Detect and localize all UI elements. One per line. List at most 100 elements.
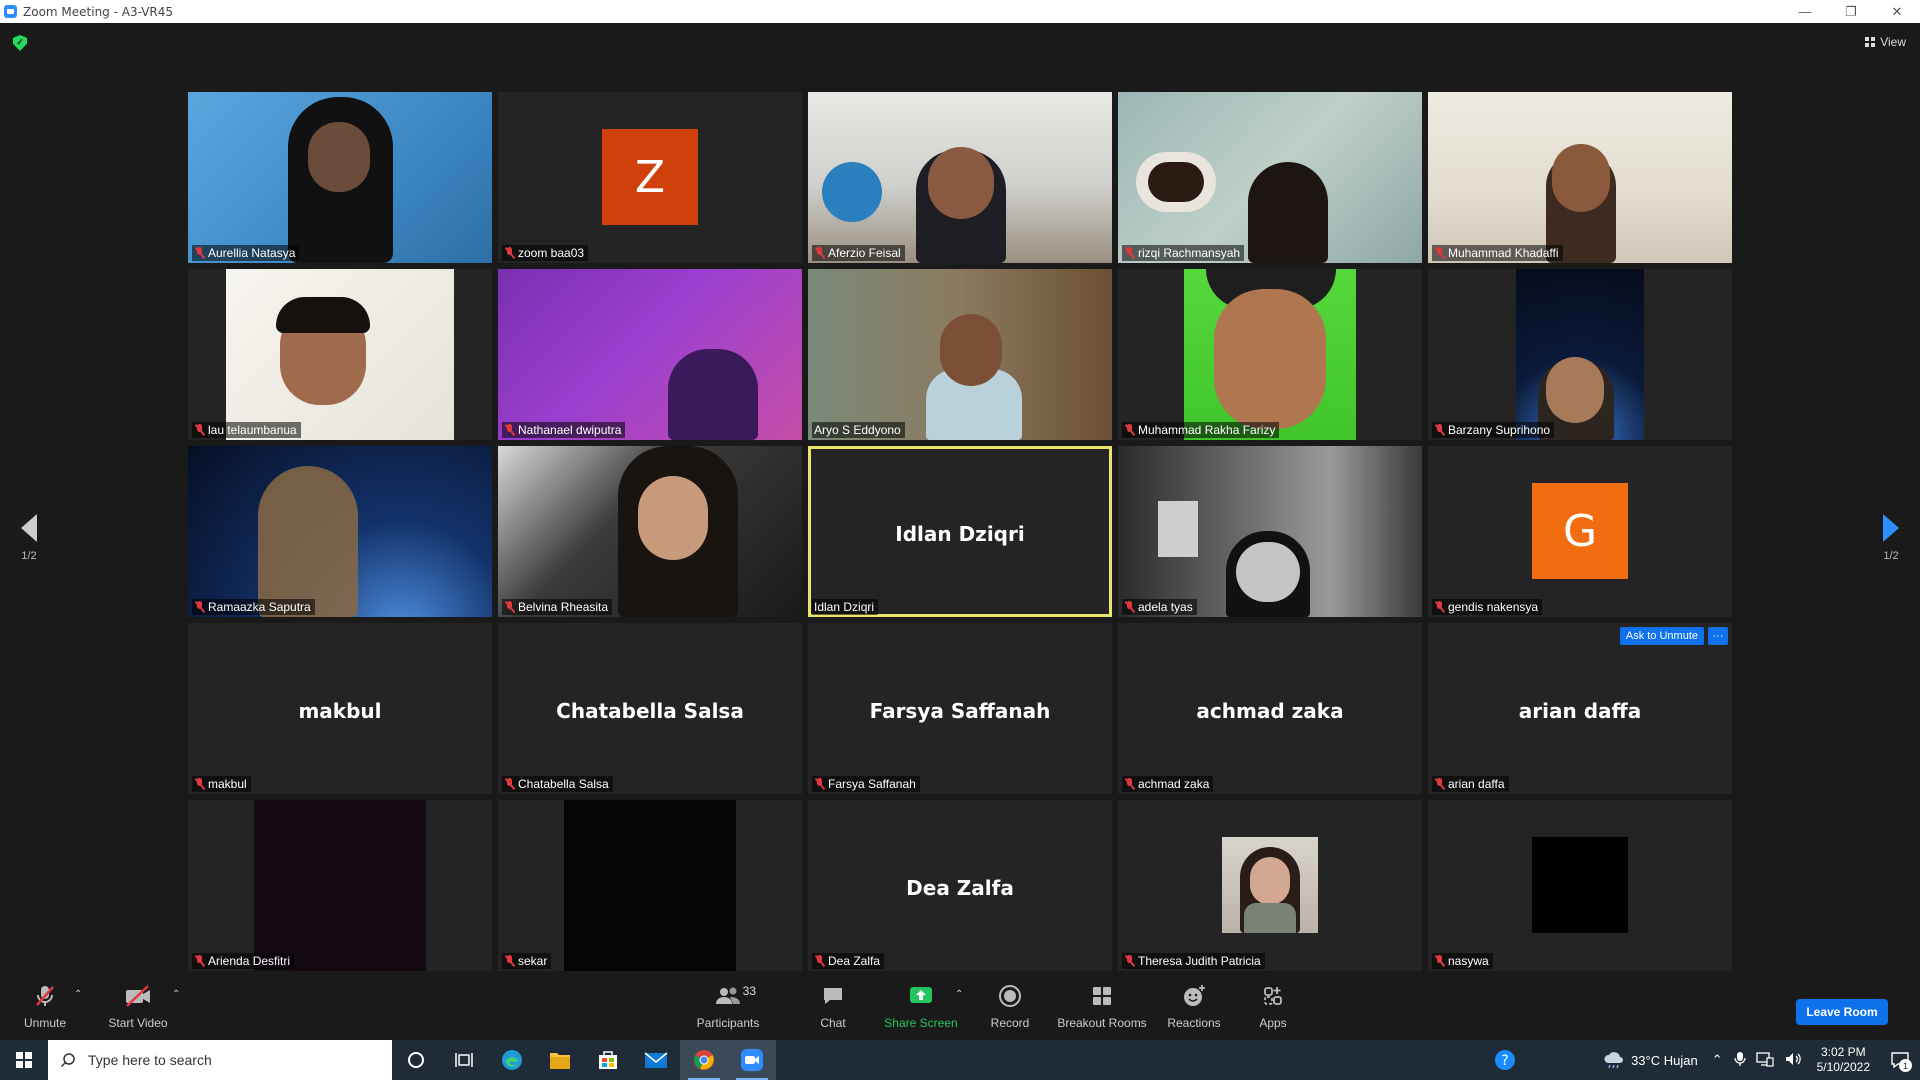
prev-page-button[interactable]: 1/2 [9, 514, 49, 562]
avatar: Z [602, 129, 698, 225]
muted-mic-icon [1434, 601, 1445, 613]
participant-tile[interactable]: Arienda Desfitri [188, 800, 492, 971]
share-options-chevron-icon[interactable]: ⌃ [955, 989, 963, 1000]
participant-tile[interactable]: rizqi Rachmansyah [1118, 92, 1422, 263]
participant-tile[interactable]: Ramaazka Saputra [188, 446, 492, 617]
participant-tile[interactable]: Belvina Rheasita [498, 446, 802, 617]
participant-tile[interactable]: Chatabella Salsa Chatabella Salsa [498, 623, 802, 794]
participant-tile[interactable]: Muhammad Khadaffi [1428, 92, 1732, 263]
zoom-app-icon [741, 1049, 763, 1071]
participants-button[interactable]: 33 Participants [683, 984, 773, 1030]
name-label: Theresa Judith Patricia [1122, 953, 1265, 969]
participant-tile[interactable]: lau telaumbanua [188, 269, 492, 440]
participant-tile[interactable]: adela tyas [1118, 446, 1422, 617]
participant-video [564, 800, 736, 971]
share-screen-label: Share Screen [884, 1016, 958, 1030]
notification-badge: 1 [1899, 1059, 1912, 1072]
view-label: View [1880, 35, 1906, 49]
participant-tile[interactable]: Aferzio Feisal [808, 92, 1112, 263]
participants-label: Participants [696, 1016, 760, 1030]
restore-button[interactable]: ❐ [1828, 0, 1874, 23]
name-label: Aferzio Feisal [812, 245, 905, 261]
page-indicator-right: 1/2 [1883, 550, 1899, 562]
participant-name: Idlan Dziqri [814, 600, 875, 614]
chat-button[interactable]: Chat [788, 984, 878, 1030]
participant-tile[interactable]: G gendis nakensya [1428, 446, 1732, 617]
participant-tile[interactable]: Aryo S Eddyono [808, 269, 1112, 440]
ask-to-unmute-button[interactable]: Ask to Unmute [1619, 627, 1704, 645]
start-button[interactable] [0, 1040, 48, 1080]
participant-tile[interactable]: Ask to Unmute ··· arian daffa arian daff… [1428, 623, 1732, 794]
start-video-label: Start Video [108, 1016, 168, 1030]
participant-tile[interactable]: Nathanael dwiputra [498, 269, 802, 440]
breakout-rooms-button[interactable]: Breakout Rooms [1057, 984, 1147, 1030]
close-button[interactable]: ✕ [1874, 0, 1920, 23]
participant-name: makbul [208, 777, 247, 791]
participant-tile[interactable]: nasywa [1428, 800, 1732, 971]
taskbar-app-zoom[interactable] [728, 1040, 776, 1080]
taskbar-app-file-explorer[interactable] [536, 1040, 584, 1080]
taskbar-app-store[interactable] [584, 1040, 632, 1080]
participant-video [254, 800, 426, 971]
weather-text: 33°C Hujan [1631, 1052, 1698, 1068]
arrow-left-icon [21, 514, 37, 542]
participant-name: Belvina Rheasita [518, 600, 609, 614]
search-placeholder: Type here to search [88, 1052, 212, 1068]
clock-time: 3:02 PM [1820, 1045, 1866, 1059]
share-screen-button[interactable]: Share Screen [876, 984, 966, 1030]
participant-video [1428, 92, 1732, 263]
system-tray: ? 33°C Hujan ⌃ 3:02 PM 5/10/2022 1 [1485, 1040, 1920, 1080]
participant-tile[interactable]: Farsya Saffanah Farsya Saffanah [808, 623, 1112, 794]
participant-tile[interactable]: Barzany Suprihono [1428, 269, 1732, 440]
taskbar-app-chrome[interactable] [680, 1040, 728, 1080]
taskbar-app-edge[interactable] [488, 1040, 536, 1080]
participant-tile[interactable]: achmad zaka achmad zaka [1118, 623, 1422, 794]
participant-tile[interactable]: Theresa Judith Patricia [1118, 800, 1422, 971]
chrome-icon [694, 1050, 714, 1070]
view-button[interactable]: View [1865, 35, 1906, 49]
name-label: achmad zaka [1122, 776, 1214, 792]
audio-options-chevron-icon[interactable]: ⌃ [74, 989, 82, 1000]
start-video-button[interactable]: Start Video [93, 984, 183, 1030]
volume-tray-icon[interactable] [1779, 1051, 1807, 1070]
arrow-right-icon [1883, 514, 1899, 542]
record-button[interactable]: Record [965, 984, 1055, 1030]
name-label: Dea Zalfa [812, 953, 885, 969]
participant-name: rizqi Rachmansyah [1138, 246, 1241, 260]
network-tray-icon[interactable] [1751, 1051, 1779, 1070]
participant-tile[interactable]: Z zoom baa03 [498, 92, 802, 263]
task-view-icon [455, 1053, 473, 1067]
minimize-button[interactable]: — [1782, 0, 1828, 23]
tray-chevron-icon[interactable]: ⌃ [1706, 1052, 1729, 1068]
participant-tile[interactable]: makbul makbul [188, 623, 492, 794]
participant-tile[interactable]: Muhammad Rakha Farizy [1118, 269, 1422, 440]
participant-tile[interactable]: sekar [498, 800, 802, 971]
apps-button[interactable]: Apps [1228, 984, 1318, 1030]
more-options-button[interactable]: ··· [1708, 627, 1728, 645]
participant-video [808, 92, 1112, 263]
participant-name: Farsya Saffanah [828, 777, 916, 791]
name-label: lau telaumbanua [192, 422, 301, 438]
store-icon [599, 1051, 617, 1069]
participant-tile[interactable]: Dea Zalfa Dea Zalfa [808, 800, 1112, 971]
reactions-label: Reactions [1167, 1016, 1221, 1030]
help-button[interactable]: ? [1485, 1040, 1525, 1080]
taskbar-search-box[interactable]: Type here to search [48, 1040, 392, 1080]
microphone-tray-icon[interactable] [1729, 1051, 1751, 1070]
notification-center-button[interactable]: 1 [1880, 1040, 1920, 1080]
next-page-button[interactable]: 1/2 [1871, 514, 1911, 562]
taskbar-clock[interactable]: 3:02 PM 5/10/2022 [1807, 1045, 1880, 1075]
participant-tile[interactable]: Aurellia Natasya [188, 92, 492, 263]
task-view-button[interactable] [440, 1040, 488, 1080]
muted-mic-icon [1434, 424, 1445, 436]
participant-display-name: makbul [298, 699, 382, 723]
leave-room-button[interactable]: Leave Room [1796, 999, 1888, 1025]
participant-name: Aferzio Feisal [828, 246, 901, 260]
cortana-button[interactable] [392, 1040, 440, 1080]
taskbar-app-mail[interactable] [632, 1040, 680, 1080]
reactions-button[interactable]: Reactions [1149, 984, 1239, 1030]
weather-widget[interactable]: 33°C Hujan [1595, 1051, 1706, 1069]
video-options-chevron-icon[interactable]: ⌃ [172, 989, 180, 1000]
video-off-icon [124, 984, 152, 1008]
active-speaker-tile[interactable]: Idlan Dziqri Idlan Dziqri [808, 446, 1112, 617]
